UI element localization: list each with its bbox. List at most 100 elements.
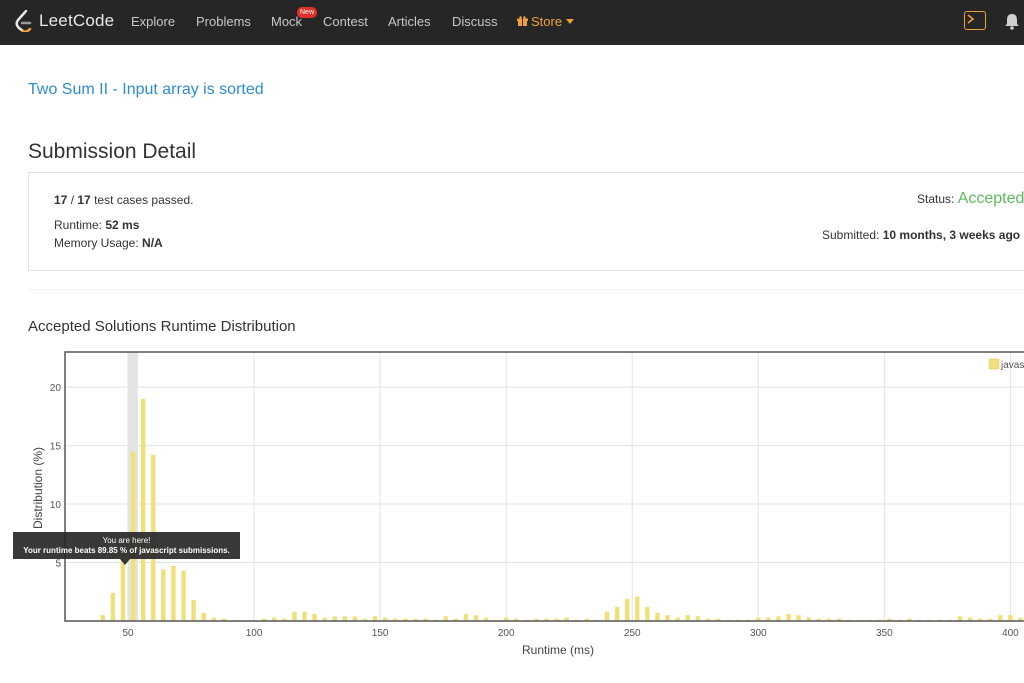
submission-detail-heading: Submission Detail — [28, 140, 197, 163]
distribution-bar — [937, 619, 943, 621]
x-tick-label: 400 — [1002, 628, 1019, 639]
nav-articles[interactable]: Articles — [388, 14, 431, 29]
problem-title-link[interactable]: Two Sum II - Input array is sorted — [28, 81, 264, 99]
tests-suffix: test cases passed. — [94, 193, 194, 207]
distribution-bar — [463, 613, 469, 621]
distribution-bar — [393, 618, 398, 621]
chart-title: Accepted Solutions Runtime Distribution — [28, 318, 296, 335]
distribution-bar — [584, 618, 590, 621]
distribution-bar — [695, 616, 700, 621]
x-tick-label: 100 — [246, 628, 263, 639]
distribution-bar — [352, 616, 358, 621]
distribution-bar — [423, 618, 428, 621]
distribution-bar — [302, 611, 307, 621]
x-tick-label: 350 — [876, 628, 893, 639]
distribution-bar — [453, 618, 458, 621]
notification-bell-button[interactable] — [1004, 13, 1020, 35]
distribution-bar — [534, 618, 539, 621]
distribution-bar — [362, 618, 368, 621]
distribution-bar — [261, 618, 267, 621]
tests-passed-count: 17 — [54, 193, 68, 207]
status-label: Status: — [917, 192, 955, 206]
submitted-line: Submitted: 10 months, 3 weeks ago — [822, 228, 1020, 242]
tooltip-line2: Your runtime beats 89.85 % of javascript… — [23, 546, 230, 555]
distribution-bar — [624, 598, 630, 621]
distribution-bar — [796, 615, 801, 621]
distribution-bar — [887, 618, 892, 621]
distribution-bar — [604, 611, 610, 621]
nav-store-label: Store — [531, 14, 563, 29]
distribution-bar — [856, 619, 862, 621]
distribution-bar — [564, 617, 569, 621]
distribution-bar — [292, 611, 297, 621]
distribution-bar — [594, 619, 600, 621]
legend-label: javascript — [1000, 360, 1024, 371]
distribution-bar — [100, 615, 106, 621]
brand-logo[interactable]: LeetCode — [14, 10, 114, 32]
nav-contest[interactable]: Contest — [323, 14, 368, 29]
x-tick-label: 150 — [372, 628, 389, 639]
distribution-bar — [816, 618, 821, 621]
test-cases-summary: 17 / 17 test cases passed. — [54, 193, 194, 207]
distribution-bar — [635, 596, 640, 621]
x-tick-label: 200 — [498, 628, 515, 639]
nav-problems[interactable]: Problems — [196, 14, 251, 29]
runtime-tooltip: You are here! Your runtime beats 89.85 %… — [13, 532, 240, 559]
distribution-bar — [433, 619, 438, 621]
x-axis-label: Runtime (ms) — [522, 643, 594, 657]
distribution-bar — [524, 619, 529, 621]
distribution-bar — [322, 617, 327, 621]
distribution-bar — [282, 618, 287, 621]
distribution-bar — [725, 619, 731, 621]
distribution-bar — [382, 617, 388, 621]
distribution-bar — [867, 619, 872, 621]
nav-store[interactable]: Store — [517, 14, 575, 29]
distribution-bar — [645, 606, 650, 621]
status-value: Accepted — [957, 190, 1024, 207]
y-tick-label: 10 — [50, 500, 62, 511]
tooltip-arrow — [120, 559, 130, 565]
runtime-label: Runtime: — [54, 218, 103, 232]
top-navbar: LeetCode Explore Problems Mock New Conte… — [0, 0, 1024, 45]
terminal-icon — [967, 14, 975, 24]
playground-terminal-button[interactable] — [964, 11, 986, 30]
tooltip-line1: You are here! — [102, 536, 151, 545]
distribution-bar — [766, 617, 771, 621]
bell-icon — [1005, 14, 1019, 30]
new-badge: New — [297, 7, 318, 18]
distribution-bar — [161, 569, 166, 621]
distribution-bar — [514, 618, 519, 621]
distribution-bar — [655, 612, 660, 621]
distribution-bar — [897, 619, 902, 621]
memory-value: N/A — [142, 236, 163, 250]
leetcode-logo-icon — [15, 10, 32, 32]
distribution-bar — [746, 619, 751, 621]
memory-label: Memory Usage: — [54, 236, 139, 250]
distribution-bar — [140, 398, 146, 621]
status-line: Status: Accepted — [917, 190, 1024, 208]
distribution-bar — [806, 617, 811, 621]
distribution-bar — [332, 616, 337, 621]
distribution-bar — [181, 570, 186, 621]
section-divider — [28, 289, 1024, 290]
current-runtime-highlight — [128, 352, 139, 621]
chart-bars — [100, 398, 1023, 621]
distribution-bar — [1008, 615, 1013, 621]
distribution-bar — [756, 617, 761, 621]
distribution-bar — [998, 615, 1003, 621]
distribution-bar — [786, 613, 791, 621]
distribution-bar — [947, 619, 953, 621]
memory-line: Memory Usage: N/A — [54, 236, 163, 250]
distribution-bar — [907, 618, 912, 621]
tests-total-count: 17 — [77, 193, 91, 207]
distribution-bar — [574, 619, 579, 621]
nav-discuss[interactable]: Discuss — [452, 14, 498, 29]
runtime-distribution-chart: 50 100 150 200 250 300 350 400 5 10 15 20 Runtime (… — [31, 351, 1024, 657]
nav-explore[interactable]: Explore — [131, 14, 175, 29]
distribution-bar — [191, 599, 196, 621]
distribution-bar — [715, 618, 721, 621]
distribution-bar — [211, 617, 216, 621]
submitted-value: 10 months, 3 weeks ago — [882, 228, 1021, 242]
distribution-bar — [877, 619, 882, 621]
distribution-bar — [221, 618, 227, 621]
